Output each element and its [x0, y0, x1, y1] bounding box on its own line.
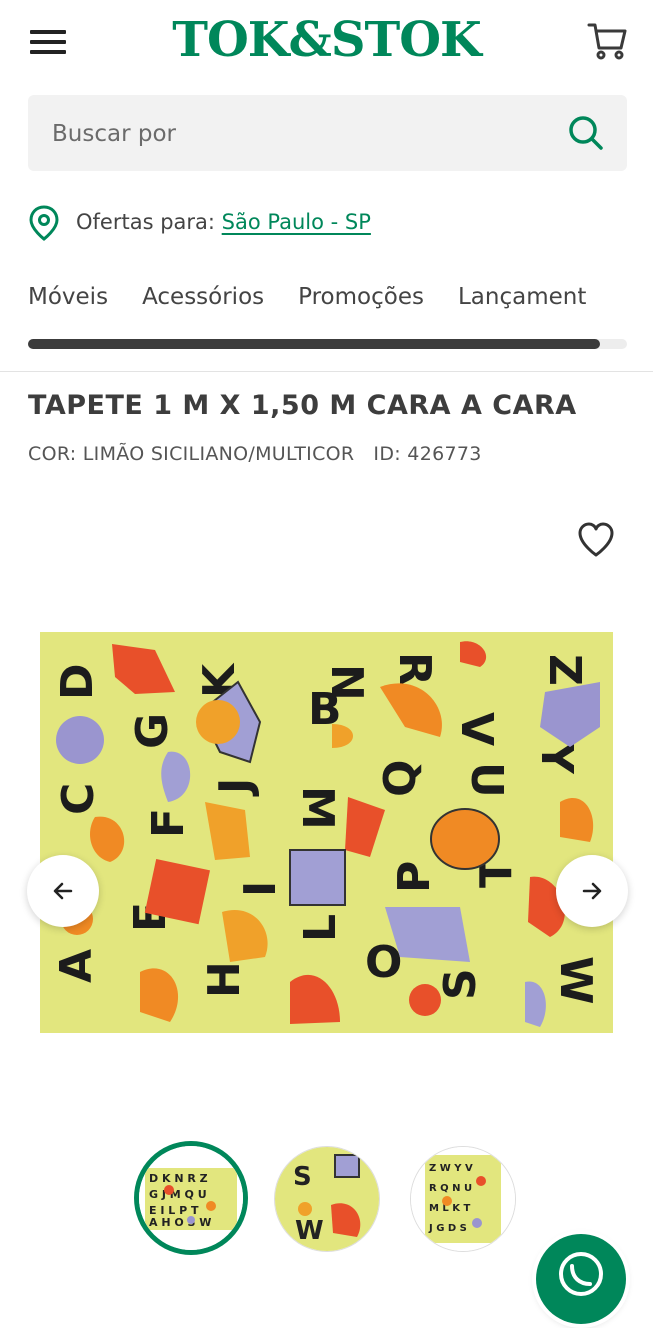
- svg-text:F: F: [143, 808, 194, 838]
- carousel-next-button[interactable]: [556, 855, 628, 927]
- product-image[interactable]: D K N R Z G V C F J M Q U Y I P T A E H …: [40, 632, 613, 1033]
- svg-text:I: I: [235, 881, 286, 897]
- svg-text:A H O S W: A H O S W: [149, 1216, 211, 1229]
- cart-icon[interactable]: [586, 20, 628, 62]
- arrow-left-icon: [53, 882, 73, 900]
- category-nav: Móveis Acessórios Promoções Lançament: [28, 282, 653, 314]
- svg-text:D K N R Z: D K N R Z: [149, 1172, 208, 1185]
- carousel-prev-button[interactable]: [27, 855, 99, 927]
- svg-text:J: J: [210, 778, 261, 797]
- svg-text:S: S: [293, 1162, 312, 1192]
- arrow-right-icon: [582, 882, 602, 900]
- category-moveis[interactable]: Móveis: [28, 282, 108, 312]
- location-city-link[interactable]: São Paulo - SP: [222, 210, 371, 234]
- thumbnail-2[interactable]: SW: [274, 1146, 380, 1252]
- svg-text:J G D S: J G D S: [428, 1223, 467, 1234]
- product-title: TAPETE 1 M X 1,50 M CARA A CARA: [28, 390, 577, 421]
- category-acessorios[interactable]: Acessórios: [142, 282, 264, 312]
- category-promocoes[interactable]: Promoções: [298, 282, 424, 312]
- svg-text:A: A: [51, 949, 102, 983]
- svg-text:W: W: [295, 1216, 324, 1246]
- location-offer: Ofertas para: São Paulo - SP: [76, 208, 371, 236]
- svg-text:H: H: [199, 961, 250, 998]
- location-label: Ofertas para:: [76, 210, 215, 234]
- svg-text:Z: Z: [539, 654, 590, 686]
- svg-text:R: R: [389, 652, 440, 686]
- scrollbar-thumb[interactable]: [28, 339, 601, 349]
- search-icon[interactable]: [567, 114, 605, 152]
- svg-text:R Q N U: R Q N U: [429, 1183, 472, 1194]
- logo[interactable]: TOK&STOK: [0, 12, 653, 68]
- svg-text:V: V: [451, 712, 502, 746]
- search-input[interactable]: [50, 113, 554, 155]
- search-bar: [28, 95, 627, 171]
- category-scrollbar[interactable]: [28, 339, 627, 349]
- svg-text:Y: Y: [531, 741, 582, 775]
- divider: [0, 371, 653, 372]
- svg-text:G J M Q U: G J M Q U: [149, 1188, 207, 1201]
- svg-text:Q: Q: [375, 760, 426, 797]
- svg-text:D: D: [52, 663, 103, 700]
- whatsapp-icon[interactable]: [536, 1234, 626, 1324]
- svg-text:Z W Y V: Z W Y V: [429, 1163, 473, 1174]
- svg-text:G: G: [127, 713, 178, 749]
- svg-text:M: M: [292, 786, 343, 830]
- thumbnail-1[interactable]: D K N R ZG J M Q UE I L P TA H O S W: [139, 1146, 243, 1250]
- svg-text:U: U: [461, 762, 512, 798]
- svg-text:W: W: [550, 956, 601, 1005]
- location-pin-icon: [28, 205, 60, 241]
- svg-text:C: C: [53, 783, 104, 815]
- svg-text:P: P: [389, 861, 440, 893]
- heart-outline-icon[interactable]: [576, 521, 616, 559]
- category-lancamentos[interactable]: Lançament: [458, 282, 586, 312]
- svg-text:L: L: [295, 914, 346, 942]
- product-subtitle: COR: LIMÃO SICILIANO/MULTICOR ID: 426773: [28, 443, 482, 465]
- svg-text:S: S: [435, 968, 486, 1000]
- thumbnail-3[interactable]: Z W Y VR Q N UM L K TJ G D S: [410, 1146, 516, 1252]
